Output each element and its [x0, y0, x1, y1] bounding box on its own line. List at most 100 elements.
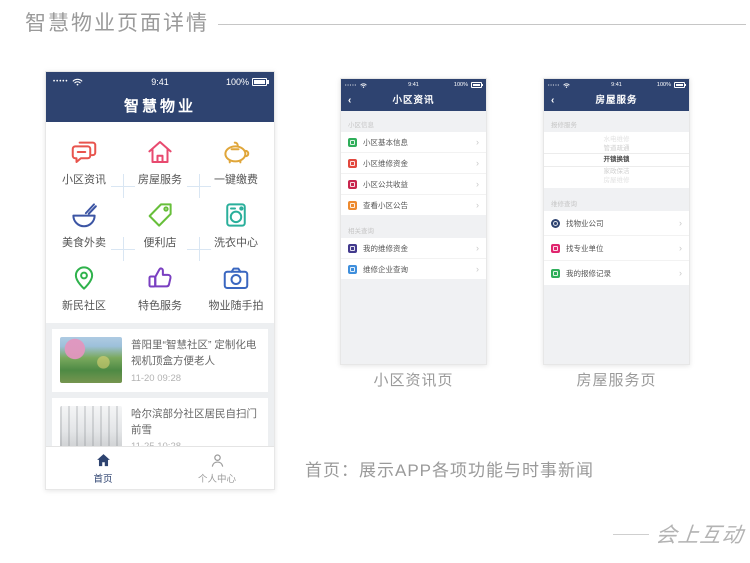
grid-item-community-news[interactable]: 小区资讯 — [46, 130, 122, 193]
battery-icon — [471, 82, 482, 88]
grid-item-one-key-pay[interactable]: 一键缴费 — [198, 130, 274, 193]
nav-bar: 智慧物业 — [46, 92, 274, 122]
tab-label: 首页 — [93, 471, 112, 485]
back-icon[interactable]: ‹ — [551, 91, 555, 111]
list-item-label: 我的报修记录 — [566, 268, 679, 279]
wifi-icon — [360, 83, 367, 88]
back-icon[interactable]: ‹ — [348, 91, 352, 111]
list-item-repair-company-search[interactable]: 维修企业查询 › — [341, 259, 486, 279]
empty-area — [341, 279, 486, 364]
chevron-right-icon: › — [476, 201, 479, 210]
grid-item-label: 特色服务 — [138, 297, 182, 313]
brand-logo: 会上互动 — [613, 519, 744, 549]
list-item-public-income[interactable]: 小区公共收益 › — [341, 174, 486, 195]
nav-bar: ‹ 房屋服务 — [544, 91, 689, 111]
section-header: 维修查询 — [544, 188, 689, 211]
status-bar: ••••• 9:41 100% — [341, 79, 486, 91]
list-item-view-notices[interactable]: 查看小区公告 › — [341, 195, 486, 215]
news-thumbnail-snow — [60, 406, 122, 446]
app-title: 智慧物业 — [124, 98, 196, 115]
list-item-find-professional-unit[interactable]: 找专业单位 › — [544, 236, 689, 261]
news-title: 哈尔滨部分社区居民自扫门前雪 — [131, 406, 260, 439]
list-item-my-repair-records[interactable]: 我的报修记录 › — [544, 261, 689, 285]
caption-housing-page: 房屋服务页 — [543, 369, 690, 390]
news-date: 11-25 10:28 — [131, 438, 260, 446]
news-title: 普阳里“智慧社区” 定制化电视机顶盒方便老人 — [131, 337, 260, 370]
income-icon — [348, 180, 357, 189]
home-icon — [95, 452, 112, 469]
tab-profile[interactable]: 个人中心 — [160, 447, 274, 489]
grid-item-xinmin-community[interactable]: 新民社区 — [46, 256, 122, 319]
list-item-label: 小区基本信息 — [363, 137, 476, 148]
list-item-community-basic-info[interactable]: 小区基本信息 › — [341, 132, 486, 153]
news-item[interactable]: 普阳里“智慧社区” 定制化电视机顶盒方便老人 11-20 09:28 — [52, 329, 268, 392]
picker-option[interactable]: 房屋维修 — [544, 176, 689, 185]
chevron-right-icon: › — [679, 269, 682, 278]
camera-icon — [221, 263, 251, 293]
section-header: 报修服务 — [544, 111, 689, 132]
grid-item-label: 一键缴费 — [214, 171, 258, 187]
grid-item-label: 便利店 — [144, 234, 177, 250]
page-nav-title: 小区资讯 — [392, 95, 434, 106]
section-header: 小区信息 — [341, 111, 486, 132]
battery-icon — [252, 78, 267, 86]
title-divider-line — [218, 24, 746, 25]
company-icon — [348, 265, 357, 274]
phone-housing-mockup: ••••• 9:41 100% ‹ 房屋服务 报修服务 水电维修 管道疏通 开锁… — [543, 78, 690, 365]
grid-item-convenience-store[interactable]: 便利店 — [122, 193, 198, 256]
tab-label: 个人中心 — [198, 471, 236, 485]
grid-item-label: 小区资讯 — [62, 171, 106, 187]
list-item-label: 找物业公司 — [566, 218, 679, 229]
list-item-repair-fund[interactable]: 小区维修资金 › — [341, 153, 486, 174]
grid-item-label: 房屋服务 — [138, 171, 182, 187]
news-list: 普阳里“智慧社区” 定制化电视机顶盒方便老人 11-20 09:28 哈尔滨部分… — [46, 323, 274, 446]
page-title: 智慧物业页面详情 — [25, 7, 209, 37]
list-item-my-repair-fund[interactable]: 我的维修资金 › — [341, 238, 486, 259]
grid-item-label: 洗衣中心 — [214, 234, 258, 250]
chevron-right-icon: › — [679, 244, 682, 253]
section-header: 相关查询 — [341, 215, 486, 238]
battery-percent: 100% — [226, 77, 249, 87]
grid-item-label: 新民社区 — [62, 297, 106, 313]
tab-home[interactable]: 首页 — [46, 447, 160, 489]
news-thumbnail-park — [60, 337, 122, 383]
picker-option[interactable]: 家政保洁 — [544, 167, 689, 176]
piggy-bank-icon — [221, 137, 251, 167]
picker-option[interactable]: 水电维修 — [544, 135, 689, 144]
professional-unit-icon — [551, 244, 560, 253]
signal-dots-icon: ••••• — [548, 83, 560, 87]
nav-bar: ‹ 小区资讯 — [341, 91, 486, 111]
battery-percent: 100% — [454, 82, 468, 88]
grid-item-house-service[interactable]: 房屋服务 — [122, 130, 198, 193]
picker-option[interactable]: 管道疏通 — [544, 144, 689, 153]
battery-icon — [674, 82, 685, 88]
list-item-label: 小区维修资金 — [363, 158, 476, 169]
grid-item-special-service[interactable]: 特色服务 — [122, 256, 198, 319]
tab-bar: 首页 个人中心 — [46, 446, 274, 489]
list-item-find-property-company[interactable]: 找物业公司 › — [544, 211, 689, 236]
my-fund-icon — [348, 244, 357, 253]
bowl-chopsticks-icon — [69, 200, 99, 230]
service-type-picker: 水电维修 管道疏通 开锁换锁 家政保洁 房屋维修 — [544, 132, 689, 188]
wifi-icon — [72, 78, 83, 86]
notice-icon — [348, 201, 357, 210]
news-item[interactable]: 哈尔滨部分社区居民自扫门前雪 11-25 10:28 — [52, 398, 268, 446]
location-pin-icon — [69, 263, 99, 293]
news-date: 11-20 09:28 — [131, 370, 260, 384]
washing-machine-icon — [221, 200, 251, 230]
chevron-right-icon: › — [476, 265, 479, 274]
property-company-icon — [551, 219, 560, 228]
wifi-icon — [563, 83, 570, 88]
list-item-label: 小区公共收益 — [363, 179, 476, 190]
person-icon — [209, 452, 226, 469]
chevron-right-icon: › — [476, 138, 479, 147]
list-section: 找物业公司 › 找专业单位 › 我的报修记录 › — [544, 211, 689, 285]
thumbs-up-icon — [145, 263, 175, 293]
list-section: 我的维修资金 › 维修企业查询 › — [341, 238, 486, 279]
picker-option-selected[interactable]: 开锁换锁 — [544, 153, 689, 167]
grid-item-property-snapshot[interactable]: 物业随手拍 — [198, 256, 274, 319]
list-item-label: 我的维修资金 — [363, 243, 476, 254]
phone-community-mockup: ••••• 9:41 100% ‹ 小区资讯 小区信息 小区基本信息 › 小区维… — [340, 78, 487, 365]
grid-item-laundry-center[interactable]: 洗衣中心 — [198, 193, 274, 256]
grid-item-food-delivery[interactable]: 美食外卖 — [46, 193, 122, 256]
